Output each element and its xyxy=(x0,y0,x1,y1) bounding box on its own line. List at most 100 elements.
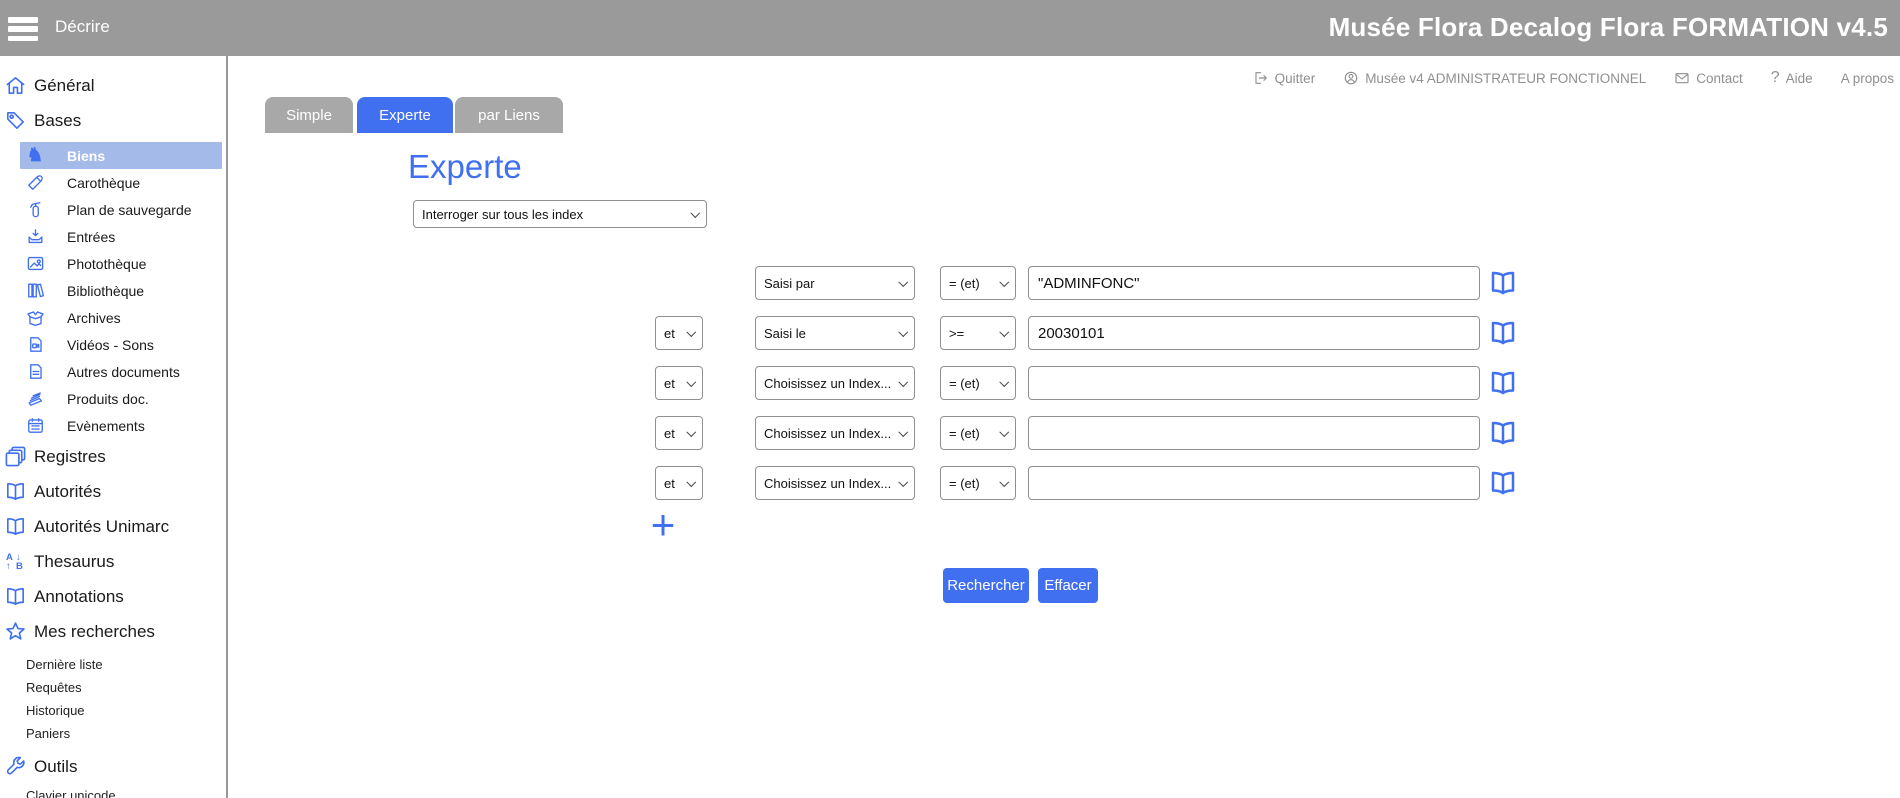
sidebar-item-mes-recherches[interactable]: Mes recherches xyxy=(0,614,226,649)
index-browse-book-icon[interactable] xyxy=(1488,318,1518,348)
document-icon xyxy=(25,362,45,382)
sidebar-item-paniers[interactable]: Paniers xyxy=(0,722,226,745)
quit-label: Quitter xyxy=(1275,71,1316,86)
sidebar-item-entrees[interactable]: Entrées xyxy=(0,223,226,250)
user-icon xyxy=(1343,70,1359,86)
help-button[interactable]: ? Aide xyxy=(1771,69,1813,87)
index-browse-book-icon[interactable] xyxy=(1488,418,1518,448)
bool-select-row5[interactable]: et xyxy=(655,466,703,500)
core-sample-icon xyxy=(25,173,45,193)
sidebar-item-thesaurus[interactable]: A↓↑B Thesaurus xyxy=(0,544,226,579)
toolbar: Quitter Musée v4 ADMINISTRATEUR FONCTION… xyxy=(1253,56,1894,100)
tag-icon xyxy=(3,109,27,133)
user-menu[interactable]: Musée v4 ADMINISTRATEUR FONCTIONNEL xyxy=(1343,70,1646,86)
question-mark-icon: ? xyxy=(1771,69,1780,87)
sidebar-item-clavier-unicode[interactable]: Clavier unicode xyxy=(0,784,226,798)
operator-select-wrap: = (et) xyxy=(940,366,1016,400)
app-window: Décrire Musée Flora Decalog Flora FORMAT… xyxy=(0,0,1900,798)
about-button[interactable]: A propos xyxy=(1841,71,1894,86)
contact-button[interactable]: Contact xyxy=(1674,70,1743,86)
sidebar-item-label: Autorités Unimarc xyxy=(34,517,169,537)
open-book-icon xyxy=(3,585,27,609)
index-select-row5[interactable]: Choisissez un Index... xyxy=(755,466,915,500)
bool-select-row3[interactable]: et xyxy=(655,366,703,400)
value-input-row2[interactable] xyxy=(1028,316,1480,350)
index-select-wrap: Saisi le xyxy=(755,316,915,350)
operator-select-row2[interactable]: >= xyxy=(940,316,1016,350)
sidebar-item-derniere-liste[interactable]: Dernière liste xyxy=(0,653,226,676)
operator-select-row5[interactable]: = (et) xyxy=(940,466,1016,500)
add-criterion-button[interactable]: + xyxy=(645,503,681,547)
operator-select-row1[interactable]: = (et) xyxy=(940,266,1016,300)
sidebar-item-label: Outils xyxy=(34,757,77,777)
sidebar-item-autorites[interactable]: Autorités xyxy=(0,474,226,509)
value-input-row1[interactable] xyxy=(1028,266,1480,300)
sidebar-item-autorites-unimarc[interactable]: Autorités Unimarc xyxy=(0,509,226,544)
operator-select-wrap: = (et) xyxy=(940,416,1016,450)
sidebar-item-bases[interactable]: Bases xyxy=(0,103,226,138)
index-browse-book-icon[interactable] xyxy=(1488,368,1518,398)
sidebar-item-annotations[interactable]: Annotations xyxy=(0,579,226,614)
index-browse-book-icon[interactable] xyxy=(1488,468,1518,498)
sidebar-item-evenements[interactable]: Evènements xyxy=(0,412,226,439)
index-select-wrap: Choisissez un Index... xyxy=(755,366,915,400)
sidebar-item-autres-documents[interactable]: Autres documents xyxy=(0,358,226,385)
sidebar-item-phototheque[interactable]: Photothèque xyxy=(0,250,226,277)
sidebar-item-videos-sons[interactable]: Vidéos - Sons xyxy=(0,331,226,358)
logout-icon xyxy=(1253,70,1269,86)
inbox-download-icon xyxy=(25,227,45,247)
operator-select-row4[interactable]: = (et) xyxy=(940,416,1016,450)
index-select-wrap: Choisissez un Index... xyxy=(755,416,915,450)
tab-simple[interactable]: Simple xyxy=(265,97,353,133)
value-input-row3[interactable] xyxy=(1028,366,1480,400)
open-book-icon xyxy=(3,515,27,539)
calendar-icon xyxy=(25,416,45,436)
tab-par-liens[interactable]: par Liens xyxy=(455,97,563,133)
value-input-row5[interactable] xyxy=(1028,466,1480,500)
index-browse-book-icon[interactable] xyxy=(1488,268,1518,298)
menu-icon[interactable] xyxy=(8,17,38,41)
plus-icon: + xyxy=(651,501,676,548)
sidebar-item-archives[interactable]: Archives xyxy=(0,304,226,331)
bool-select-wrap: et xyxy=(655,366,703,400)
sidebar-item-label: Autres documents xyxy=(67,364,180,380)
page-title: Experte xyxy=(408,148,522,186)
sidebar-item-general[interactable]: Général xyxy=(0,68,226,103)
photo-icon xyxy=(25,254,45,274)
quit-button[interactable]: Quitter xyxy=(1253,70,1316,86)
sidebar-item-produits-doc[interactable]: Produits doc. xyxy=(0,385,226,412)
search-button[interactable]: Rechercher xyxy=(943,568,1029,603)
operator-select-row3[interactable]: = (et) xyxy=(940,366,1016,400)
sidebar-item-label: Paniers xyxy=(26,726,70,741)
tab-label: Experte xyxy=(379,107,431,124)
sidebar-item-requetes[interactable]: Requêtes xyxy=(0,676,226,699)
operator-select-wrap: = (et) xyxy=(940,466,1016,500)
index-select-wrap: Choisissez un Index... xyxy=(755,466,915,500)
sidebar-item-biens[interactable]: ♞ Biens xyxy=(20,142,222,169)
index-select-row2[interactable]: Saisi le xyxy=(755,316,915,350)
sidebar-item-label: Dernière liste xyxy=(26,657,103,672)
tab-experte[interactable]: Experte xyxy=(357,97,453,133)
video-file-icon xyxy=(25,335,45,355)
scope-select[interactable]: Interroger sur tous les index xyxy=(413,200,707,228)
sidebar-item-label: Général xyxy=(34,76,94,96)
sidebar-item-historique[interactable]: Historique xyxy=(0,699,226,722)
star-icon xyxy=(3,620,27,644)
sidebar-item-plan-de-sauvegarde[interactable]: Plan de sauvegarde xyxy=(0,196,226,223)
sidebar-item-label: Entrées xyxy=(67,229,115,245)
sidebar-item-carotheque[interactable]: Carothèque xyxy=(0,169,226,196)
envelope-icon xyxy=(1674,70,1690,86)
bool-select-row2[interactable]: et xyxy=(655,316,703,350)
sidebar-item-registres[interactable]: Registres xyxy=(0,439,226,474)
sort-ab-icon: A↓↑B xyxy=(3,550,27,574)
index-select-row1[interactable]: Saisi par xyxy=(755,266,915,300)
value-input-row4[interactable] xyxy=(1028,416,1480,450)
bool-select-row4[interactable]: et xyxy=(655,416,703,450)
sidebar-item-bibliotheque[interactable]: Bibliothèque xyxy=(0,277,226,304)
sidebar-item-outils[interactable]: Outils xyxy=(0,749,226,784)
index-select-row4[interactable]: Choisissez un Index... xyxy=(755,416,915,450)
sidebar-item-label: Carothèque xyxy=(67,175,140,191)
clear-button[interactable]: Effacer xyxy=(1038,568,1098,603)
app-title: Musée Flora Decalog Flora FORMATION v4.5 xyxy=(1329,12,1888,43)
index-select-row3[interactable]: Choisissez un Index... xyxy=(755,366,915,400)
